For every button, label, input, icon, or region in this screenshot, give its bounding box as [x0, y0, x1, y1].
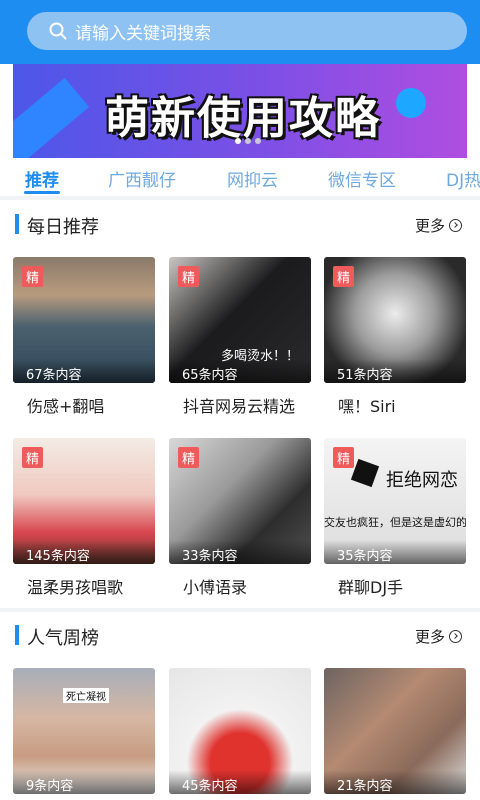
search-input[interactable]: 请输入关键词搜索: [27, 12, 467, 50]
carousel-dots: [235, 138, 261, 144]
playlist-card[interactable]: 死亡凝视 9条内容: [13, 668, 155, 794]
featured-badge: 精: [178, 447, 199, 468]
banner-decoration: [13, 77, 90, 158]
banner-title: 萌新使用攻略: [105, 93, 381, 144]
section-marker: [15, 214, 19, 234]
thumbnail-caption: 交友也疯狂，但是这是虚幻的: [324, 516, 466, 529]
more-label: 更多: [414, 628, 445, 646]
card-count: 65条内容: [169, 359, 311, 383]
featured-badge: 精: [22, 447, 43, 468]
card-count: 51条内容: [324, 359, 466, 383]
section-marker: [15, 625, 19, 645]
card-thumbnail: 精 67条内容: [13, 257, 155, 383]
carousel-dot: [245, 138, 251, 144]
card-thumbnail: 多喝烫水！！ 精 65条内容: [169, 257, 311, 383]
card-thumbnail: 精 33条内容: [169, 438, 311, 564]
more-label: 更多: [414, 217, 445, 235]
playlist-card[interactable]: 精 67条内容 伤感+翻唱: [13, 257, 155, 423]
banner-area: 萌新使用攻略: [0, 64, 480, 158]
banner-circle: [396, 88, 426, 118]
section-title: 人气周榜: [27, 628, 99, 649]
category-tabs: 推荐 广西靓仔 网抑云 微信专区 DJ热: [0, 158, 480, 196]
card-title: 伤感+翻唱: [27, 397, 105, 416]
chevron-right-icon: [449, 630, 462, 643]
playlist-card[interactable]: 精 51条内容 嘿！Siri: [324, 257, 466, 423]
weekly-popular-section: 人气周榜 更多 死亡凝视 9条内容 45条内容 21条内容: [0, 612, 480, 800]
tab-wechat[interactable]: 微信专区: [328, 166, 396, 191]
tab-dj[interactable]: DJ热: [446, 166, 480, 191]
search-placeholder: 请输入关键词搜索: [75, 23, 211, 44]
card-count: 21条内容: [324, 770, 466, 794]
chevron-right-icon: [449, 219, 462, 232]
cube-icon: [350, 458, 380, 488]
card-count: 9条内容: [13, 770, 155, 794]
card-count: 67条内容: [13, 359, 155, 383]
more-button[interactable]: 更多: [415, 215, 462, 236]
featured-badge: 精: [333, 447, 354, 468]
playlist-card[interactable]: 精 145条内容 温柔男孩唱歌: [13, 438, 155, 604]
tab-wangyiyun[interactable]: 网抑云: [227, 166, 278, 191]
featured-badge: 精: [333, 266, 354, 287]
card-title: 群聊DJ手: [338, 578, 404, 597]
playlist-card[interactable]: 多喝烫水！！ 精 65条内容 抖音网易云精选: [169, 257, 311, 423]
tab-recommend[interactable]: 推荐: [25, 166, 59, 191]
card-thumbnail: 死亡凝视 9条内容: [13, 668, 155, 794]
card-count: 45条内容: [169, 770, 311, 794]
more-button[interactable]: 更多: [415, 626, 462, 647]
daily-recommend-section: 每日推荐 更多 精 67条内容 伤感+翻唱 多喝烫水！！ 精 65条内容 抖音网…: [0, 200, 480, 608]
thumbnail-caption: 死亡凝视: [63, 688, 109, 703]
section-title: 每日推荐: [27, 217, 99, 238]
card-title: 温柔男孩唱歌: [27, 578, 124, 597]
card-title: 嘿！Siri: [338, 397, 396, 416]
featured-badge: 精: [22, 266, 43, 287]
playlist-card[interactable]: 拒绝网恋 交友也疯狂，但是这是虚幻的 精 35条内容 群聊DJ手: [324, 438, 466, 604]
tab-guangxi[interactable]: 广西靓仔: [108, 166, 176, 191]
card-title: 抖音网易云精选: [183, 397, 296, 416]
carousel-dot-active: [235, 138, 241, 144]
card-thumbnail: 21条内容: [324, 668, 466, 794]
card-thumbnail: 45条内容: [169, 668, 311, 794]
banner[interactable]: 萌新使用攻略: [13, 64, 467, 158]
card-title: 小傅语录: [183, 578, 248, 597]
card-thumbnail: 拒绝网恋 交友也疯狂，但是这是虚幻的 精 35条内容: [324, 438, 466, 564]
playlist-card[interactable]: 45条内容: [169, 668, 311, 794]
card-thumbnail: 精 51条内容: [324, 257, 466, 383]
playlist-card[interactable]: 21条内容: [324, 668, 466, 794]
featured-badge: 精: [178, 266, 199, 287]
thumbnail-caption: 拒绝网恋: [386, 470, 458, 491]
search-icon: [49, 22, 67, 40]
tab-indicator: [24, 191, 60, 194]
playlist-card[interactable]: 精 33条内容 小傅语录: [169, 438, 311, 604]
carousel-dot: [255, 138, 261, 144]
card-count: 145条内容: [13, 540, 155, 564]
card-count: 33条内容: [169, 540, 311, 564]
card-thumbnail: 精 145条内容: [13, 438, 155, 564]
card-count: 35条内容: [324, 540, 466, 564]
top-bar: 请输入关键词搜索: [0, 0, 480, 64]
